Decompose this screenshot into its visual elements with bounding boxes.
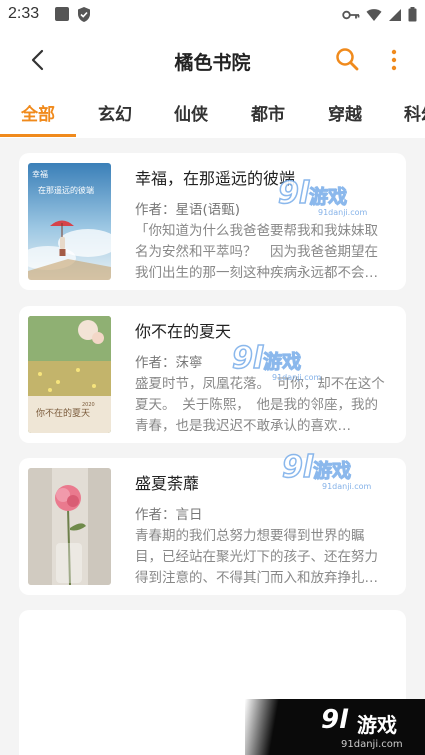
notification-icon (55, 7, 69, 21)
status-bar: 2:33 (0, 0, 425, 30)
tab-chuanyue[interactable]: 穿越 (328, 100, 362, 125)
book-card[interactable]: 你不在的夏天 2020 你不在的夏天 作者：莯寧 盛夏时节，凤凰花落。 可你，却… (19, 306, 406, 443)
book-title: 幸福，在那遥远的彼端 (135, 169, 296, 188)
signal-icon (389, 8, 401, 21)
tab-all[interactable]: 全部 (21, 100, 55, 125)
corner-watermark-badge: 9l 游戏 91danji.com (245, 699, 425, 755)
tab-xianxia[interactable]: 仙侠 (174, 100, 208, 125)
book-cover-image (28, 468, 111, 585)
svg-text:在那遥远的彼端: 在那遥远的彼端 (38, 185, 94, 195)
wifi-icon (366, 8, 382, 21)
shield-icon (78, 7, 90, 22)
tab-dushi[interactable]: 都市 (251, 100, 285, 125)
search-icon[interactable] (334, 46, 360, 72)
tab-xuanhuan[interactable]: 玄幻 (98, 100, 132, 125)
battery-icon (408, 7, 417, 22)
book-title: 你不在的夏天 (135, 322, 232, 341)
tab-kehuan[interactable]: 科幻 (404, 100, 425, 125)
book-description: 「你知道为什么我爸爸要帮我和我妹妹取名为安然和平萃吗？ 因为我爸爸期望在我们出生… (135, 223, 378, 281)
category-tabs: 全部 玄幻 仙侠 都市 穿越 科幻 (0, 90, 425, 138)
book-cover-image: 幸福 在那遥远的彼端 (28, 163, 111, 280)
svg-text:2020: 2020 (82, 402, 95, 408)
book-author: 作者：言日 (135, 507, 203, 523)
svg-text:你不在的夏天: 你不在的夏天 (36, 407, 90, 419)
book-card[interactable]: 幸福 在那遥远的彼端 幸福，在那遥远的彼端 作者：星语(语甄) 「你知道为什么我… (19, 153, 406, 290)
book-author: 作者：星语(语甄) (135, 202, 241, 218)
page-title: 橘色书院 (174, 52, 251, 74)
book-title: 盛夏荼蘼 (135, 474, 200, 493)
book-description: 盛夏时节，凤凰花落。 可你，却不在这个夏天。 关于陈熙， 他是我的邻座，我的青春… (135, 376, 385, 434)
app-bar: 橘色书院 (0, 30, 425, 90)
book-card[interactable]: 盛夏荼蘼 作者：言日 青春期的我们总努力想要得到世界的瞩目，已经站在聚光灯下的孩… (19, 458, 406, 595)
more-vert-icon[interactable] (386, 46, 402, 74)
status-time: 2:33 (8, 5, 40, 22)
svg-text:幸福: 幸福 (32, 170, 48, 179)
vpn-key-icon (342, 10, 360, 19)
book-description: 青春期的我们总努力想要得到世界的瞩目，已经站在聚光灯下的孩子、还在努力得到注意的… (135, 528, 378, 586)
book-cover-image: 你不在的夏天 2020 (28, 316, 111, 433)
tab-indicator (0, 134, 76, 137)
book-author: 作者：莯寧 (135, 355, 203, 371)
